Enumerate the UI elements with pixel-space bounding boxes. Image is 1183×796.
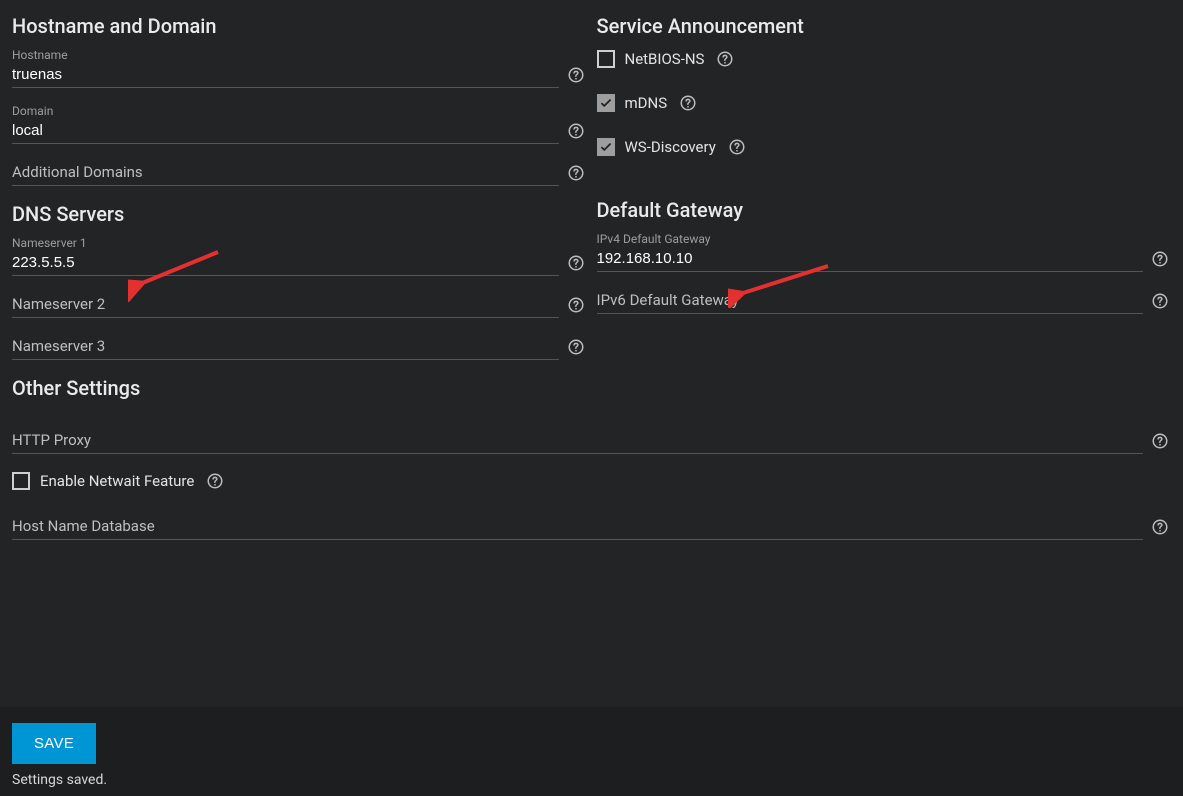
wsdiscovery-label: WS-Discovery (625, 138, 716, 156)
nameserver1-field: Nameserver 1 (12, 236, 587, 276)
additional-domains-field: Additional Domains (12, 160, 587, 186)
hostname-field: Hostname (12, 48, 587, 88)
help-icon[interactable] (565, 162, 587, 184)
section-service-announcement: Service Announcement (597, 14, 1172, 38)
help-icon[interactable] (1149, 430, 1171, 452)
domain-field: Domain (12, 104, 587, 144)
section-default-gateway: Default Gateway (597, 198, 1172, 222)
help-icon[interactable] (1149, 248, 1171, 270)
additional-domains-label: Additional Domains (12, 163, 143, 181)
hostname-input[interactable] (12, 64, 559, 88)
save-button[interactable]: SAVE (12, 723, 96, 764)
help-icon[interactable] (677, 92, 699, 114)
http-proxy-label: HTTP Proxy (12, 431, 91, 449)
hostname-label: Hostname (12, 48, 559, 62)
wsdiscovery-checkbox[interactable] (597, 138, 615, 156)
help-icon[interactable] (565, 252, 587, 274)
http-proxy-field: HTTP Proxy (12, 428, 1171, 454)
hostname-db-field: Host Name Database (12, 514, 1171, 540)
help-icon[interactable] (1149, 290, 1171, 312)
hostname-db-label: Host Name Database (12, 517, 155, 535)
help-icon[interactable] (204, 470, 226, 492)
ipv4-gateway-input[interactable] (597, 248, 1144, 272)
help-icon[interactable] (714, 48, 736, 70)
ipv6-gateway-input[interactable]: IPv6 Default Gateway (597, 288, 1144, 314)
netwait-row: Enable Netwait Feature (12, 470, 1171, 492)
ipv4-gateway-label: IPv4 Default Gateway (597, 232, 1144, 246)
wsdiscovery-row: WS-Discovery (597, 136, 1172, 158)
nameserver3-input[interactable]: Nameserver 3 (12, 334, 559, 360)
nameserver2-field: Nameserver 2 (12, 292, 587, 318)
status-message: Settings saved. (12, 772, 1171, 788)
domain-input[interactable] (12, 120, 559, 144)
help-icon[interactable] (1149, 516, 1171, 538)
nameserver2-input[interactable]: Nameserver 2 (12, 292, 559, 318)
nameserver2-label: Nameserver 2 (12, 295, 105, 313)
nameserver1-label: Nameserver 1 (12, 236, 559, 250)
nameserver1-input[interactable] (12, 252, 559, 276)
additional-domains-input[interactable]: Additional Domains (12, 160, 559, 186)
section-other-settings: Other Settings (12, 376, 587, 400)
mdns-checkbox[interactable] (597, 94, 615, 112)
help-icon[interactable] (565, 294, 587, 316)
ipv6-gateway-label: IPv6 Default Gateway (597, 291, 739, 309)
domain-label: Domain (12, 104, 559, 118)
netbios-label: NetBIOS-NS (625, 50, 705, 68)
netwait-label: Enable Netwait Feature (40, 472, 194, 490)
netbios-checkbox[interactable] (597, 50, 615, 68)
http-proxy-input[interactable]: HTTP Proxy (12, 428, 1143, 454)
help-icon[interactable] (565, 64, 587, 86)
mdns-row: mDNS (597, 92, 1172, 114)
help-icon[interactable] (565, 120, 587, 142)
nameserver3-label: Nameserver 3 (12, 337, 105, 355)
netbios-row: NetBIOS-NS (597, 48, 1172, 70)
section-dns-servers: DNS Servers (12, 202, 587, 226)
mdns-label: mDNS (625, 94, 668, 112)
help-icon[interactable] (726, 136, 748, 158)
help-icon[interactable] (565, 336, 587, 358)
section-hostname-domain: Hostname and Domain (12, 14, 587, 38)
nameserver3-field: Nameserver 3 (12, 334, 587, 360)
ipv4-gateway-field: IPv4 Default Gateway (597, 232, 1172, 272)
hostname-db-input[interactable]: Host Name Database (12, 514, 1143, 540)
netwait-checkbox[interactable] (12, 472, 30, 490)
ipv6-gateway-field: IPv6 Default Gateway (597, 288, 1172, 314)
